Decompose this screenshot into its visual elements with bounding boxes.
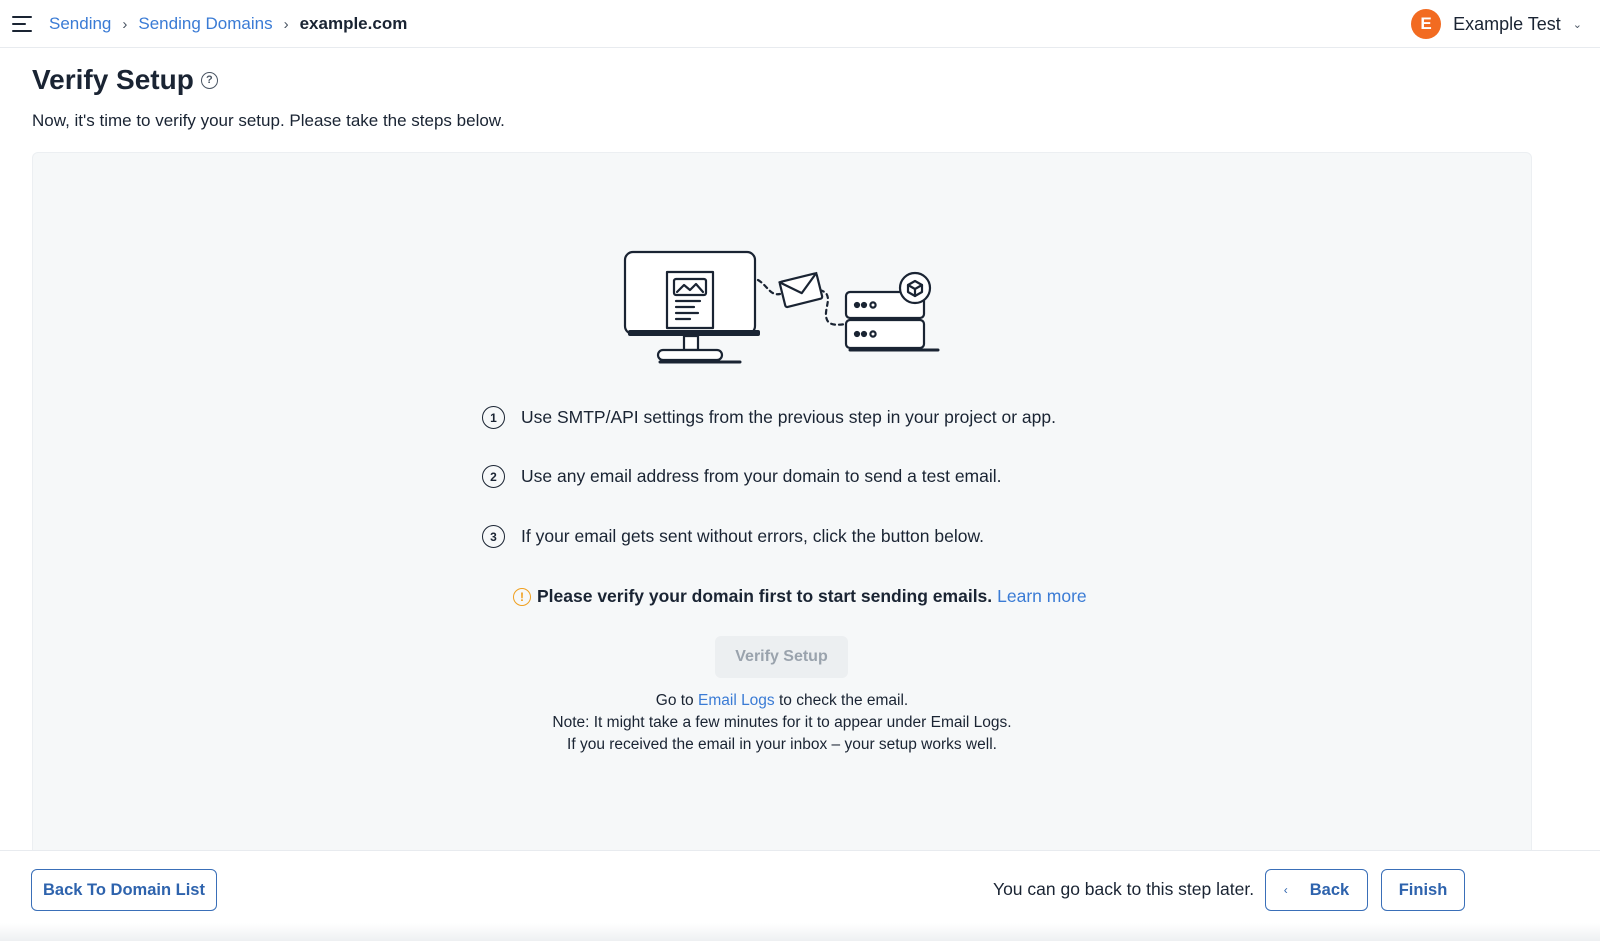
user-menu[interactable]: E Example Test ⌄ <box>1411 8 1582 40</box>
back-to-domain-list-button[interactable]: Back To Domain List <box>31 869 217 911</box>
chevron-right-icon: › <box>283 15 289 33</box>
breadcrumb-current: example.com <box>299 14 408 33</box>
domain-warning: ! Please verify your domain first to sta… <box>513 586 1087 607</box>
step-text: If your email gets sent without errors, … <box>521 526 984 546</box>
chevron-right-icon: › <box>122 15 128 33</box>
step-1: 1 Use SMTP/API settings from the previou… <box>482 406 1056 429</box>
step-text: Use SMTP/API settings from the previous … <box>521 407 1056 427</box>
chevron-down-icon: ⌄ <box>1572 18 1582 31</box>
page-title-row: Verify Setup ? <box>32 64 218 96</box>
breadcrumb-sending-domains[interactable]: Sending Domains <box>138 14 272 34</box>
notes-prefix: Go to <box>655 692 694 709</box>
page-title: Verify Setup <box>32 64 194 95</box>
step-3: 3 If your email gets sent without errors… <box>482 525 984 548</box>
user-name: Example Test <box>1453 13 1561 34</box>
finish-button[interactable]: Finish <box>1381 869 1465 911</box>
notes-suffix: to check the email. <box>779 692 909 709</box>
step-number: 1 <box>482 406 505 429</box>
step-text: Use any email address from your domain t… <box>521 466 1002 486</box>
email-sending-illustration-icon <box>623 250 940 364</box>
learn-more-link[interactable]: Learn more <box>997 586 1087 607</box>
top-bar: Sending › Sending Domains › example.com … <box>0 0 1600 48</box>
hamburger-menu-icon[interactable] <box>12 14 34 34</box>
step-number: 2 <box>482 465 505 488</box>
warning-text: Please verify your domain first to start… <box>537 586 993 606</box>
verify-setup-button[interactable]: Verify Setup <box>715 636 848 678</box>
breadcrumb: Sending › Sending Domains › example.com <box>49 0 407 48</box>
verify-notes: Go to Email Logs to check the email. Not… <box>432 690 1132 756</box>
breadcrumb-sending[interactable]: Sending <box>49 14 111 34</box>
footer-hint: You can go back to this step later. <box>993 879 1255 899</box>
back-label: Back <box>1309 880 1350 899</box>
notes-line-3: If you received the email in your inbox … <box>567 736 997 753</box>
back-button[interactable]: ‹ Back <box>1265 869 1368 911</box>
step-number: 3 <box>482 525 505 548</box>
step-2: 2 Use any email address from your domain… <box>482 465 1002 488</box>
avatar: E <box>1411 9 1442 39</box>
notes-line-2: Note: It might take a few minutes for it… <box>552 714 1012 731</box>
notes-line-1: Go to Email Logs to check the email. <box>432 690 1132 712</box>
warning-icon: ! <box>513 587 531 606</box>
chevron-left-icon: ‹ <box>1283 883 1288 897</box>
help-icon[interactable]: ? <box>200 71 218 89</box>
page-subtitle: Now, it's time to verify your setup. Ple… <box>32 111 505 130</box>
email-logs-link[interactable]: Email Logs <box>698 692 775 709</box>
